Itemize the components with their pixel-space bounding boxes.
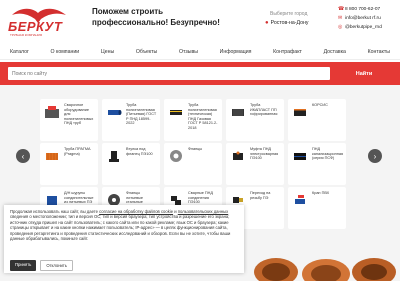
product-card[interactable]: Труба полиэтиленовая (Питьевая) ГОСТ Р П… (102, 99, 160, 141)
corrugated-pipe-icon (229, 103, 247, 121)
product-card[interactable]: Кран ПВХ (288, 187, 346, 229)
pragma-pipe-icon (43, 147, 61, 165)
city-selector[interactable]: ● Ростов-на-Дону (265, 20, 308, 26)
flange-bushing-icon (105, 147, 123, 165)
instagram-handle: @berkutpipe_rnd (345, 25, 382, 30)
product-card[interactable]: Сварочное оборудование для полиэтиленовы… (40, 99, 98, 141)
product-card[interactable]: Втулка под фланец ПЭ100 (102, 143, 160, 185)
cookie-consent-link[interactable]: согласие на обработку файлов cookie (99, 209, 173, 214)
product-label: Д/Н шурупы соединительные из литьевых ПЭ (64, 191, 94, 205)
cookie-text-1: Продолжая использовать наш сайт, вы дает… (10, 209, 98, 214)
cookie-decline-button[interactable]: Отклонить (40, 260, 73, 272)
main-menu: Каталог О компании Цены Объекты Отзывы И… (0, 44, 400, 60)
cookie-banner: Продолжая использовать наш сайт, вы дает… (4, 205, 244, 273)
product-label: КОРСИС (312, 103, 328, 107)
product-label: Труба ИКАПЛАСТ ПП гофрированная (250, 103, 278, 117)
menu-item-catalog[interactable]: Каталог (10, 49, 29, 55)
brand-name: БЕРКУТ (8, 19, 63, 34)
product-card[interactable]: Труба ПРАГМА (Pragma) (40, 143, 98, 185)
email-address: info@berkut rf.ru (345, 16, 381, 21)
brand-subtitle: ТРУБНАЯ КОМПАНИЯ (10, 33, 43, 37)
menu-item-delivery[interactable]: Доставка (324, 49, 346, 55)
sewer-pipe-icon (291, 147, 309, 165)
cookie-buttons: Принять Отклонить (10, 260, 73, 272)
product-label: Фланцы (188, 147, 203, 151)
product-label: Фланцы литьевые стальные (126, 191, 144, 205)
product-card[interactable]: Труба полиэтиленовая (техническая) ПНД Г… (164, 99, 222, 141)
product-label: Муфта ПНД электросварная ПЭ100 (250, 147, 279, 161)
product-label: Переход на резьбу ПЭ (250, 191, 271, 200)
search-input[interactable] (8, 67, 330, 80)
search-button[interactable]: Найти (336, 67, 392, 80)
phone-link[interactable]: ☎ 8 800 700-62-07 (338, 5, 382, 14)
header: БЕРКУТ ТРУБНАЯ КОМПАНИЯ Поможем строить … (0, 0, 400, 44)
page: БЕРКУТ ТРУБНАЯ КОМПАНИЯ Поможем строить … (0, 0, 400, 281)
search-bar: Найти (0, 62, 400, 85)
pipes-banner-image (246, 232, 400, 281)
email-link[interactable]: ✉ info@berkut rf.ru (338, 14, 382, 23)
product-card[interactable]: КОРСИС (288, 99, 346, 141)
product-label: Труба ПРАГМА (Pragma) (64, 147, 91, 156)
location-pin-icon: ● (265, 20, 269, 26)
black-pipe-icon (167, 103, 185, 121)
product-label: Сварочное оборудование для полиэтиленовы… (64, 103, 94, 126)
phone-icon: ☎ (338, 6, 345, 12)
cookie-text-2: и (174, 209, 177, 214)
mail-icon: ✉ (338, 15, 343, 21)
slogan: Поможем строить профессионально! Безупре… (92, 7, 220, 27)
city-label: Выберите город (270, 11, 308, 17)
product-label: Труба полиэтиленовая (Питьевая) ГОСТ Р П… (126, 103, 157, 126)
product-card[interactable]: Муфта ПНД электросварная ПЭ100 (226, 143, 284, 185)
instagram-link[interactable]: ◎ @berkutpipe_rnd (338, 23, 382, 32)
menu-item-about[interactable]: О компании (51, 49, 80, 55)
carousel-next-button[interactable]: › (368, 149, 382, 163)
menu-item-reviews[interactable]: Отзывы (179, 49, 198, 55)
cookie-text-3: сведения о местоположении; тип и версия … (10, 214, 231, 242)
city-name: Ростов-на-Дону (270, 20, 309, 26)
phone-number: 8 800 700-62-07 (345, 7, 381, 12)
menu-item-prices[interactable]: Цены (101, 49, 114, 55)
product-label: Кран ПВХ (312, 191, 330, 195)
contacts: ☎ 8 800 700-62-07 ✉ info@berkut rf.ru ◎ @be… (338, 5, 382, 32)
flange-icon (167, 147, 185, 165)
valve-icon (291, 191, 309, 209)
coupling-icon (229, 147, 247, 165)
product-label: ПНД канализационная (серия ПСФ) (312, 147, 344, 161)
menu-item-info[interactable]: Информация (220, 49, 252, 55)
product-label: Сварные ПНД соединения ПЭ100 (188, 191, 213, 205)
korsis-pipe-icon (291, 103, 309, 121)
cookie-accept-button[interactable]: Принять (10, 260, 37, 272)
product-label: Труба полиэтиленовая (техническая) ПНД Г… (188, 103, 218, 130)
carousel-prev-button[interactable]: ‹ (16, 149, 30, 163)
user-data-link[interactable]: пользовательских данных (178, 209, 228, 214)
product-card[interactable]: Труба ИКАПЛАСТ ПП гофрированная (226, 99, 284, 141)
product-card[interactable]: Фланцы (164, 143, 222, 185)
menu-item-counterfeit[interactable]: Контрафакт (273, 49, 302, 55)
menu-item-objects[interactable]: Объекты (136, 49, 157, 55)
product-label: Втулка под фланец ПЭ100 (126, 147, 153, 156)
welding-machine-icon (43, 103, 61, 121)
instagram-icon: ◎ (338, 24, 343, 30)
menu-item-contacts[interactable]: Контакты (368, 49, 390, 55)
product-card[interactable]: ПНД канализационная (серия ПСФ) (288, 143, 346, 185)
blue-pipe-icon (105, 103, 123, 121)
